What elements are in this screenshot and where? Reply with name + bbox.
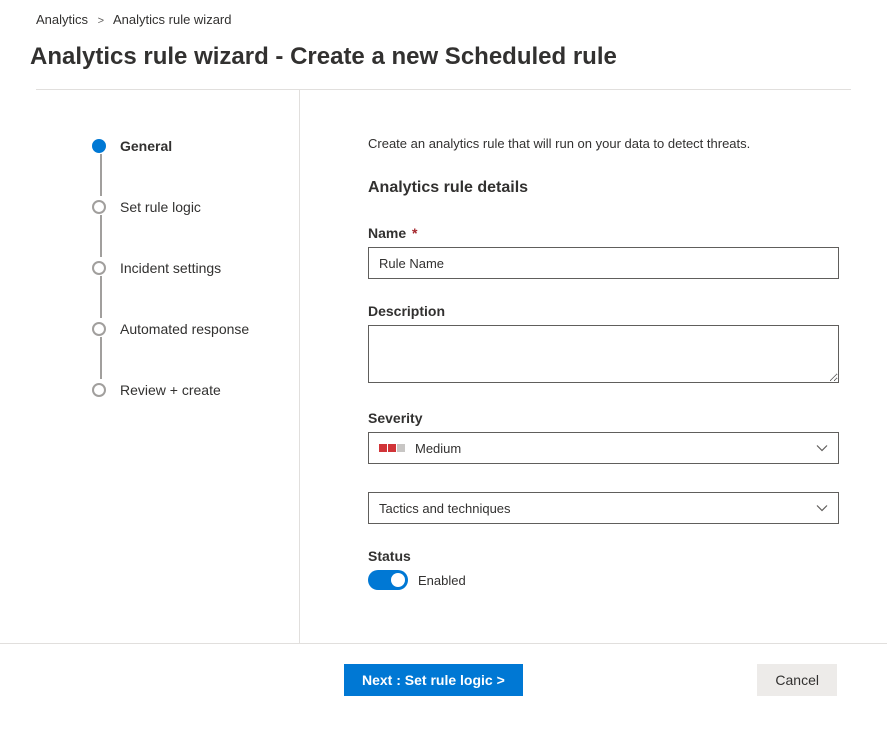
step-general[interactable]: General [92,136,279,156]
tactics-dropdown[interactable]: Tactics and techniques [368,492,839,524]
step-dot-icon [92,383,106,397]
status-value-label: Enabled [418,573,466,588]
step-connector [100,154,102,196]
footer: Next : Set rule logic > Cancel [0,643,887,696]
severity-label: Severity [368,410,839,426]
step-label: Review + create [120,382,221,398]
step-dot-icon [92,139,106,153]
tactics-placeholder-text: Tactics and techniques [379,501,511,516]
breadcrumb: Analytics > Analytics rule wizard [0,0,887,33]
wizard-steps-sidebar: General Set rule logic Incident settings… [0,90,300,643]
field-name: Name * [368,225,839,279]
step-review-create[interactable]: Review + create [92,380,279,400]
content-area: General Set rule logic Incident settings… [0,90,887,643]
step-connector [100,276,102,318]
step-incident-settings[interactable]: Incident settings [92,258,279,278]
field-status: Status Enabled [368,548,839,590]
chevron-down-icon [816,442,828,454]
severity-value: Medium [379,441,461,456]
step-dot-icon [92,261,106,275]
step-dot-icon [92,322,106,336]
step-label: Set rule logic [120,199,201,215]
step-label: Incident settings [120,260,221,276]
name-label-text: Name [368,225,406,241]
intro-text: Create an analytics rule that will run o… [368,136,839,151]
breadcrumb-root[interactable]: Analytics [36,12,88,27]
required-indicator-icon: * [412,225,417,241]
field-description: Description [368,303,839,386]
field-severity: Severity Medium Tactics and techniques [368,410,839,524]
step-label: General [120,138,172,154]
step-label: Automated response [120,321,249,337]
toggle-knob [391,573,405,587]
description-input[interactable] [368,325,839,383]
main-panel: Create an analytics rule that will run o… [300,90,887,643]
status-label: Status [368,548,839,564]
tactics-placeholder: Tactics and techniques [379,501,511,516]
step-set-rule-logic[interactable]: Set rule logic [92,197,279,217]
footer-left: Next : Set rule logic > [36,664,523,696]
breadcrumb-current: Analytics rule wizard [113,12,232,27]
cancel-button[interactable]: Cancel [757,664,837,696]
name-label: Name * [368,225,839,241]
description-label: Description [368,303,839,319]
page-title: Analytics rule wizard - Create a new Sch… [0,33,887,89]
step-list: General Set rule logic Incident settings… [92,136,279,400]
severity-dropdown[interactable]: Medium [368,432,839,464]
severity-bars-icon [379,444,405,452]
status-toggle[interactable] [368,570,408,590]
step-connector [100,337,102,379]
step-connector [100,215,102,257]
chevron-down-icon [816,502,828,514]
severity-value-text: Medium [415,441,461,456]
next-button[interactable]: Next : Set rule logic > [344,664,523,696]
chevron-right-icon: > [98,15,104,27]
name-input[interactable] [368,247,839,279]
step-automated-response[interactable]: Automated response [92,319,279,339]
status-toggle-row: Enabled [368,570,839,590]
step-dot-icon [92,200,106,214]
section-heading: Analytics rule details [368,179,839,197]
